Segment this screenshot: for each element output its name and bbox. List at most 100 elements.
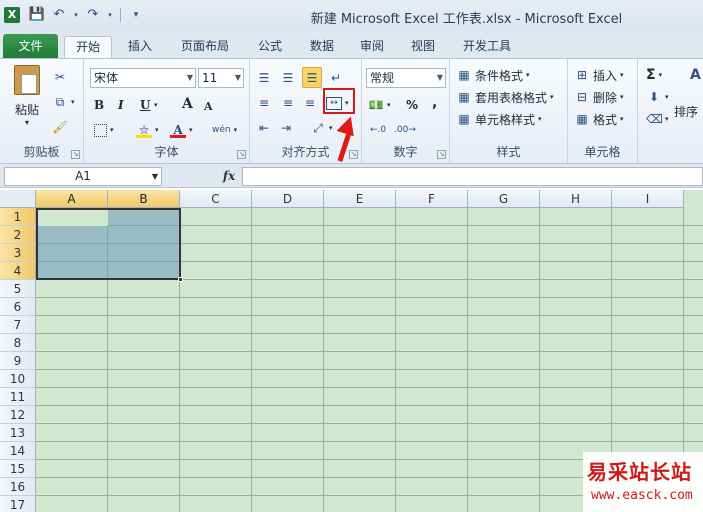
row-header[interactable]: 2: [0, 226, 36, 244]
alignment-launcher-icon[interactable]: ↘: [349, 150, 358, 159]
align-bottom-button[interactable]: ☰: [302, 67, 322, 88]
number-launcher-icon[interactable]: ↘: [437, 150, 446, 159]
row-header[interactable]: 6: [0, 298, 36, 316]
row-header[interactable]: 16: [0, 478, 36, 496]
tab-home[interactable]: 开始: [64, 36, 112, 58]
row-header[interactable]: 11: [0, 388, 36, 406]
increase-decimal-button[interactable]: ←.0: [370, 120, 386, 140]
insert-cells-button[interactable]: ⊞ 插入 ▾: [574, 65, 624, 85]
watermark: 易采站长站 www.easck.com: [583, 452, 703, 512]
decrease-indent-button[interactable]: ⇤: [256, 118, 272, 138]
row-header[interactable]: 14: [0, 442, 36, 460]
decrease-decimal-button[interactable]: .00→: [394, 120, 416, 140]
chevron-down-icon: ▾: [620, 93, 624, 101]
text-orientation-button[interactable]: ⤢ ▾: [310, 118, 332, 138]
column-header[interactable]: G: [468, 190, 540, 208]
orientation-button[interactable]: ↵: [328, 68, 344, 88]
row-header[interactable]: 12: [0, 406, 36, 424]
row-header[interactable]: 15: [0, 460, 36, 478]
align-right-button[interactable]: ≡: [302, 93, 318, 113]
sort-filter-button[interactable]: A: [690, 65, 701, 85]
fill-handle[interactable]: [178, 277, 183, 282]
format-cells-button[interactable]: ▦ 格式 ▾: [574, 109, 623, 129]
column-header[interactable]: B: [108, 190, 180, 208]
column-header[interactable]: A: [36, 190, 108, 208]
column-header[interactable]: F: [396, 190, 468, 208]
row-header[interactable]: 17: [0, 496, 36, 512]
phonetic-button[interactable]: wén ▾: [212, 120, 237, 140]
percent-button[interactable]: %: [406, 95, 418, 115]
fill-button[interactable]: ⬇ ▾: [646, 87, 669, 107]
row-header[interactable]: 13: [0, 424, 36, 442]
tab-view[interactable]: 视图: [403, 36, 443, 58]
tab-review[interactable]: 审阅: [352, 36, 392, 58]
align-middle-button[interactable]: ☰: [280, 68, 296, 88]
align-top-button[interactable]: ☰: [256, 68, 272, 88]
row-header[interactable]: 7: [0, 316, 36, 334]
row-header[interactable]: 5: [0, 280, 36, 298]
column-header[interactable]: I: [612, 190, 684, 208]
copy-dropdown-icon[interactable]: ▾: [71, 98, 75, 106]
paste-button[interactable]: 粘贴 ▾: [8, 65, 46, 131]
comma-button[interactable]: ,: [432, 93, 437, 113]
underline-button[interactable]: U: [140, 95, 150, 115]
font-launcher-icon[interactable]: ↘: [237, 150, 246, 159]
underline-dropdown-icon[interactable]: ▾: [154, 95, 158, 115]
font-name-select[interactable]: 宋体 ▼: [90, 68, 196, 88]
text-orientation-icon: ⤢: [313, 121, 323, 135]
insert-function-button[interactable]: fx: [218, 167, 240, 186]
chevron-down-icon: ▾: [538, 115, 542, 123]
row-header[interactable]: 4: [0, 262, 36, 280]
row-header[interactable]: 10: [0, 370, 36, 388]
active-cell[interactable]: [38, 210, 108, 226]
align-left-button[interactable]: ≡: [256, 93, 272, 113]
chevron-down-icon[interactable]: ▼: [152, 168, 158, 185]
fill-down-icon: ⬇: [648, 90, 660, 104]
format-cells-label: 格式: [593, 112, 618, 127]
column-header[interactable]: C: [180, 190, 252, 208]
row-header[interactable]: 9: [0, 352, 36, 370]
column-header[interactable]: D: [252, 190, 324, 208]
format-painter-button[interactable]: 🖌: [52, 117, 68, 137]
tab-insert[interactable]: 插入: [118, 36, 162, 58]
grow-font-button[interactable]: A: [182, 94, 193, 114]
fill-color-button[interactable]: ⛦ ▾: [136, 120, 159, 140]
tab-formulas[interactable]: 公式: [250, 36, 290, 58]
eraser-icon: ⌫: [646, 112, 663, 126]
conditional-format-icon: ▦: [458, 68, 470, 82]
format-as-table-button[interactable]: ▦ 套用表格格式 ▾: [456, 87, 553, 107]
font-size-select[interactable]: 11 ▼: [198, 68, 244, 88]
tab-page-layout[interactable]: 页面布局: [170, 36, 240, 58]
delete-cells-button[interactable]: ⊟ 删除 ▾: [574, 87, 624, 107]
formula-input[interactable]: [242, 167, 703, 186]
row-header[interactable]: 1: [0, 208, 36, 226]
cell-styles-button[interactable]: ▦ 单元格样式 ▾: [456, 109, 542, 129]
number-format-select[interactable]: 常规 ▼: [366, 68, 446, 88]
tab-data[interactable]: 数据: [302, 36, 342, 58]
currency-button[interactable]: 💵 ▾: [368, 95, 391, 115]
copy-button[interactable]: ⧉ ▾: [52, 92, 75, 112]
phonetic-icon: wén: [212, 125, 231, 135]
font-color-button[interactable]: A ▾: [170, 120, 193, 140]
borders-dropdown-icon: ▾: [110, 126, 114, 134]
cut-button[interactable]: ✂: [52, 67, 68, 87]
row-header[interactable]: 8: [0, 334, 36, 352]
tab-file[interactable]: 文件: [3, 34, 58, 58]
conditional-format-button[interactable]: ▦ 条件格式 ▾: [456, 65, 529, 85]
increase-indent-button[interactable]: ⇥: [278, 118, 294, 138]
autosum-button[interactable]: Σ ▾: [646, 65, 662, 85]
align-center-button[interactable]: ≡: [280, 93, 296, 113]
name-box[interactable]: A1 ▼: [4, 167, 162, 186]
column-header[interactable]: H: [540, 190, 612, 208]
row-header[interactable]: 3: [0, 244, 36, 262]
select-all-corner[interactable]: [0, 190, 36, 208]
shrink-font-button[interactable]: A: [204, 96, 213, 116]
italic-button[interactable]: I: [118, 95, 124, 115]
clipboard-launcher-icon[interactable]: ↘: [71, 150, 80, 159]
paste-dropdown-icon[interactable]: ▾: [8, 118, 46, 127]
bold-button[interactable]: B: [94, 95, 104, 115]
tab-developer[interactable]: 开发工具: [455, 36, 519, 58]
borders-button[interactable]: ▾: [94, 120, 114, 140]
clear-button[interactable]: ⌫ ▾: [646, 109, 669, 129]
column-header[interactable]: E: [324, 190, 396, 208]
